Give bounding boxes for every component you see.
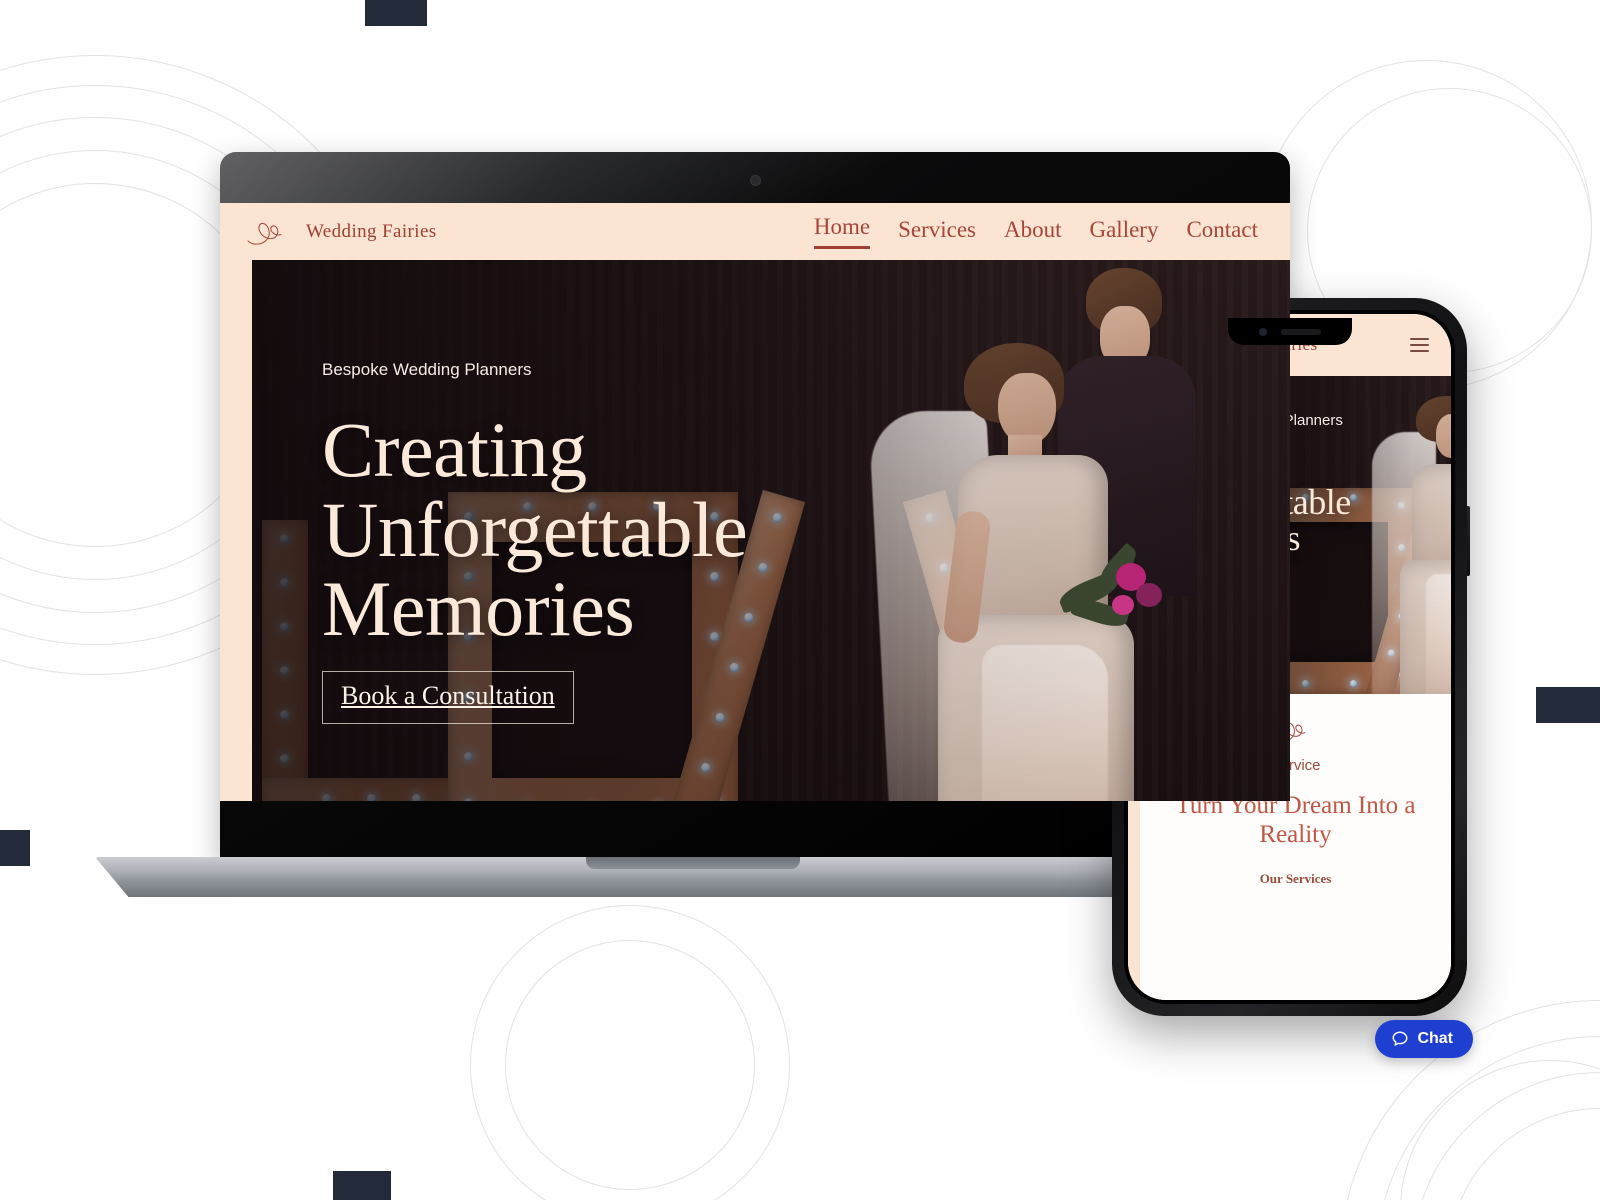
phone-notch	[1227, 318, 1352, 345]
decorative-ring-bottom-right-small	[1400, 1060, 1600, 1200]
hero-heading-line-2: Unforgettable	[322, 485, 748, 573]
primary-navigation: Home Services About Gallery Contact	[813, 214, 1258, 249]
decorative-square-bottom	[333, 1171, 391, 1200]
nav-item-about[interactable]: About	[1004, 217, 1062, 249]
chat-bubble-icon	[1392, 1031, 1408, 1046]
hero-heading-line-1: Creating	[322, 406, 587, 493]
website-desktop-view: Wedding Fairies Home Services About Gall…	[220, 203, 1290, 801]
hero-text-overlay: Bespoke Wedding Planners Creating Unforg…	[252, 260, 1290, 801]
hero-section: Bespoke Wedding Planners Creating Unforg…	[252, 260, 1290, 801]
laptop-screen: Wedding Fairies Home Services About Gall…	[220, 203, 1290, 801]
book-consultation-button[interactable]: Book a Consultation	[322, 670, 574, 724]
nav-item-services[interactable]: Services	[898, 217, 976, 249]
nav-item-contact[interactable]: Contact	[1186, 217, 1258, 249]
hero-heading-line-3: Memories	[322, 565, 635, 653]
our-services-link[interactable]: Our Services	[1260, 871, 1332, 886]
decorative-square-right	[1536, 687, 1600, 723]
phone-front-camera-icon	[1258, 327, 1267, 336]
nav-item-gallery[interactable]: Gallery	[1089, 217, 1158, 249]
phone-earpiece-speaker	[1280, 328, 1321, 335]
brand-logo[interactable]: Wedding Fairies	[246, 218, 437, 246]
ring	[1448, 1108, 1600, 1200]
nav-item-home[interactable]: Home	[813, 214, 871, 249]
brand-name: Wedding Fairies	[306, 220, 437, 242]
laptop-mockup: Wedding Fairies Home Services About Gall…	[95, 152, 1290, 920]
decorative-square-top	[365, 0, 427, 26]
laptop-base-notch	[585, 857, 800, 869]
decorative-square-left	[0, 830, 30, 866]
hero-heading: Creating Unforgettable Memories	[322, 410, 1290, 649]
chat-widget-label: Chat	[1417, 1030, 1453, 1047]
site-header: Wedding Fairies Home Services About Gall…	[220, 203, 1290, 260]
mockup-scene: Wedding Fairies Home Services About Gall…	[0, 0, 1600, 1200]
decorative-ring-bottom-center-inner	[505, 940, 755, 1190]
laptop-webcam-icon	[750, 175, 761, 186]
chat-widget-button[interactable]: Chat	[1375, 1020, 1473, 1058]
laptop-lid: Wedding Fairies Home Services About Gall…	[220, 152, 1290, 862]
script-flourish-icon	[247, 222, 282, 245]
ring	[1412, 1072, 1600, 1200]
service-title-line-2: Reality	[1259, 820, 1332, 848]
hero-eyebrow: Bespoke Wedding Planners	[322, 360, 532, 379]
ring	[1376, 1036, 1600, 1200]
hamburger-menu-icon[interactable]	[1410, 338, 1429, 352]
decorative-ring-bottom-center-outer	[470, 905, 790, 1200]
